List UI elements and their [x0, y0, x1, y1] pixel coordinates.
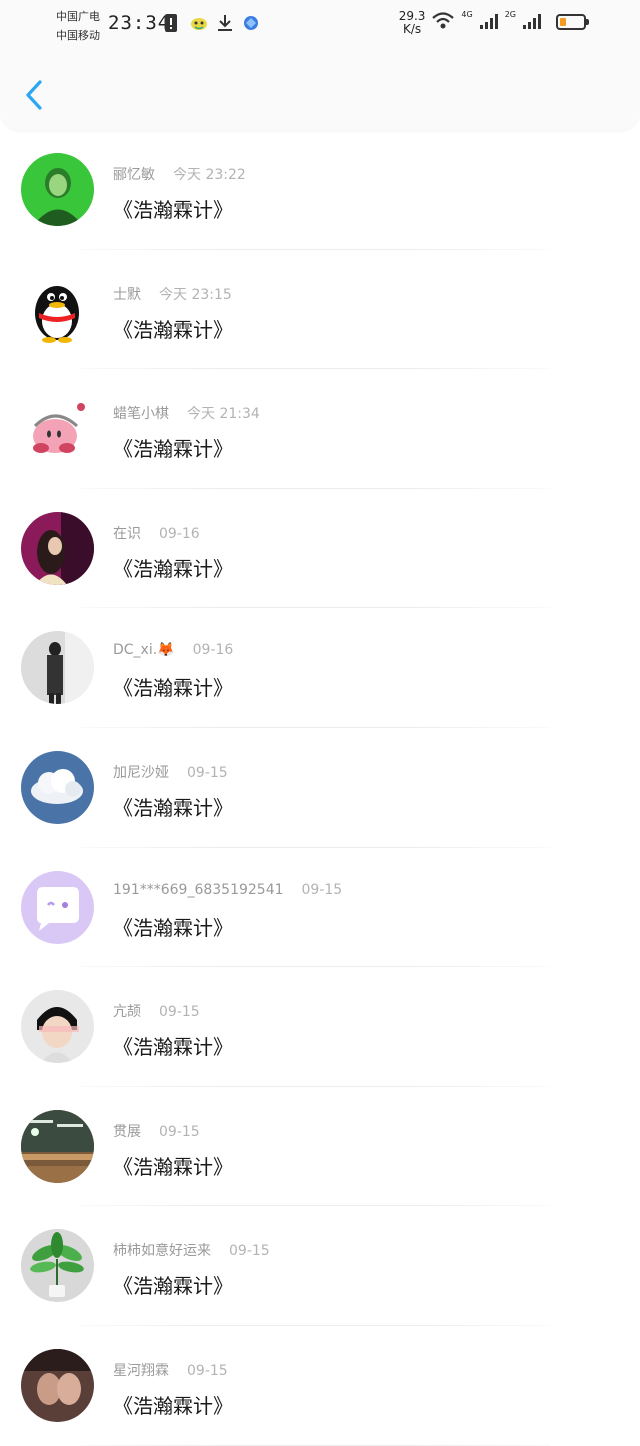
sender-name: 柿柿如意好运来 — [113, 1243, 211, 1260]
divider — [80, 1444, 550, 1446]
avatar[interactable] — [21, 990, 94, 1064]
avatar[interactable] — [21, 1109, 94, 1183]
message-row[interactable]: DC_xi.🦊 09-16 《浩瀚霖计》 — [0, 608, 640, 728]
carrier-2: 中国移动 — [56, 29, 100, 42]
avatar[interactable] — [21, 511, 94, 585]
sender-name: 在识 — [113, 525, 141, 542]
message-time: 今天 23:15 — [159, 286, 232, 303]
message-time: 09-15 — [159, 1123, 200, 1140]
message-meta: 贯展 09-15 — [113, 1121, 200, 1141]
status-time: 23:34 — [108, 12, 171, 34]
message-time: 09-15 — [159, 1004, 200, 1021]
message-row[interactable]: 柿柿如意好运来 09-15 《浩瀚霖计》 — [0, 1206, 640, 1326]
message-meta: 郦忆敏 今天 23:22 — [113, 164, 246, 184]
avatar[interactable] — [21, 750, 94, 824]
message-title: 《浩瀚霖计》 — [113, 915, 233, 940]
sender-name: 加尼沙娅 — [113, 764, 169, 781]
sender-name: 亢颉 — [113, 1004, 141, 1021]
message-row[interactable]: 亢颉 09-15 《浩瀚霖计》 — [0, 967, 640, 1087]
avatar[interactable] — [21, 153, 94, 226]
message-title: 《浩瀚霖计》 — [113, 437, 233, 462]
notification-icons — [164, 13, 260, 33]
signal-icon-1 — [479, 12, 499, 34]
avatar[interactable] — [21, 631, 94, 705]
carrier-1: 中国广电 — [56, 10, 100, 23]
message-row[interactable]: 蜡笔小棋 今天 21:34 《浩瀚霖计》 — [0, 369, 640, 489]
browser-icon — [242, 13, 260, 33]
message-title: 《浩瀚霖计》 — [113, 317, 233, 342]
wifi-icon — [431, 11, 455, 35]
message-row[interactable]: 191***669_6835192541 09-15 《浩瀚霖计》 — [0, 848, 640, 968]
message-row[interactable]: 在识 09-16 《浩瀚霖计》 — [0, 489, 640, 609]
message-meta: 亢颉 09-15 — [113, 1001, 200, 1021]
signal-icon-2 — [522, 12, 542, 34]
message-title: 《浩瀚霖计》 — [113, 676, 233, 701]
sender-name: 蜡笔小棋 — [113, 406, 169, 423]
message-title: 《浩瀚霖计》 — [113, 198, 233, 222]
network-type-2: 2G — [504, 10, 516, 19]
message-title: 《浩瀚霖计》 — [113, 1274, 233, 1299]
avatar[interactable] — [21, 1348, 94, 1422]
message-row[interactable]: 贯展 09-15 《浩瀚霖计》 — [0, 1087, 640, 1207]
avatar[interactable] — [21, 392, 94, 466]
sender-name: 星河翔霖 — [113, 1362, 169, 1379]
message-title: 《浩瀚霖计》 — [113, 795, 233, 820]
sim-alert-icon — [164, 13, 182, 33]
message-time: 09-15 — [229, 1243, 270, 1260]
message-title: 《浩瀚霖计》 — [113, 1393, 233, 1418]
message-title: 《浩瀚霖计》 — [113, 1035, 233, 1060]
sender-name: 郦忆敏 — [113, 167, 155, 183]
sender-name: DC_xi.🦊 — [113, 642, 175, 659]
sender-name: 士默 — [113, 286, 141, 303]
message-time: 09-15 — [301, 881, 343, 898]
network-speed: 29.3 K/s — [399, 10, 426, 36]
message-meta: DC_xi.🦊 09-16 — [113, 642, 233, 658]
message-meta: 加尼沙娅 09-15 — [113, 762, 228, 782]
message-time: 09-16 — [192, 642, 234, 659]
message-meta: 191***669_6835192541 09-15 — [113, 882, 342, 898]
header — [0, 48, 640, 130]
sender-name: 191***669_6835192541 — [113, 881, 284, 898]
message-meta: 柿柿如意好运来 09-15 — [113, 1240, 270, 1260]
speed-unit: K/s — [402, 22, 422, 36]
message-time: 09-15 — [187, 1362, 228, 1379]
message-time: 今天 21:34 — [187, 406, 260, 423]
message-row[interactable]: 加尼沙娅 09-15 《浩瀚霖计》 — [0, 728, 640, 848]
message-meta: 士默 今天 23:15 — [113, 284, 232, 304]
back-button[interactable] — [18, 76, 54, 116]
status-bar: 中国广电 中国移动 23:34 29.3 K/s 4G 2G — [0, 0, 640, 48]
chevron-left-icon — [26, 80, 42, 110]
message-time: 今天 23:22 — [173, 167, 246, 183]
carrier-info: 中国广电 中国移动 — [56, 7, 100, 45]
message-meta: 在识 09-16 — [113, 523, 200, 543]
message-row[interactable]: 星河翔霖 09-15 《浩瀚霖计》 — [0, 1326, 640, 1446]
message-meta: 星河翔霖 09-15 — [113, 1360, 228, 1380]
download-icon — [216, 13, 234, 33]
message-title: 《浩瀚霖计》 — [113, 556, 233, 581]
avatar[interactable] — [21, 272, 94, 346]
message-row[interactable]: 士默 今天 23:15 《浩瀚霖计》 — [0, 250, 640, 370]
avatar[interactable] — [21, 870, 94, 944]
app-notification-icon — [190, 13, 208, 33]
message-time: 09-16 — [159, 525, 200, 542]
sender-name: 贯展 — [113, 1123, 141, 1140]
message-list: 郦忆敏 今天 23:22 《浩瀚霖计》 士默 今天 23:15 《浩瀚霖计》 蜡笔小棋 今天 … — [0, 130, 640, 1446]
message-row[interactable]: 郦忆敏 今天 23:22 《浩瀚霖计》 — [0, 130, 640, 250]
network-type-1: 4G — [461, 10, 473, 19]
battery-level — [560, 18, 566, 26]
message-time: 09-15 — [187, 764, 228, 781]
avatar[interactable] — [21, 1229, 94, 1303]
message-title: 《浩瀚霖计》 — [113, 1154, 233, 1179]
message-meta: 蜡笔小棋 今天 21:34 — [113, 403, 260, 423]
battery-icon — [556, 14, 589, 30]
